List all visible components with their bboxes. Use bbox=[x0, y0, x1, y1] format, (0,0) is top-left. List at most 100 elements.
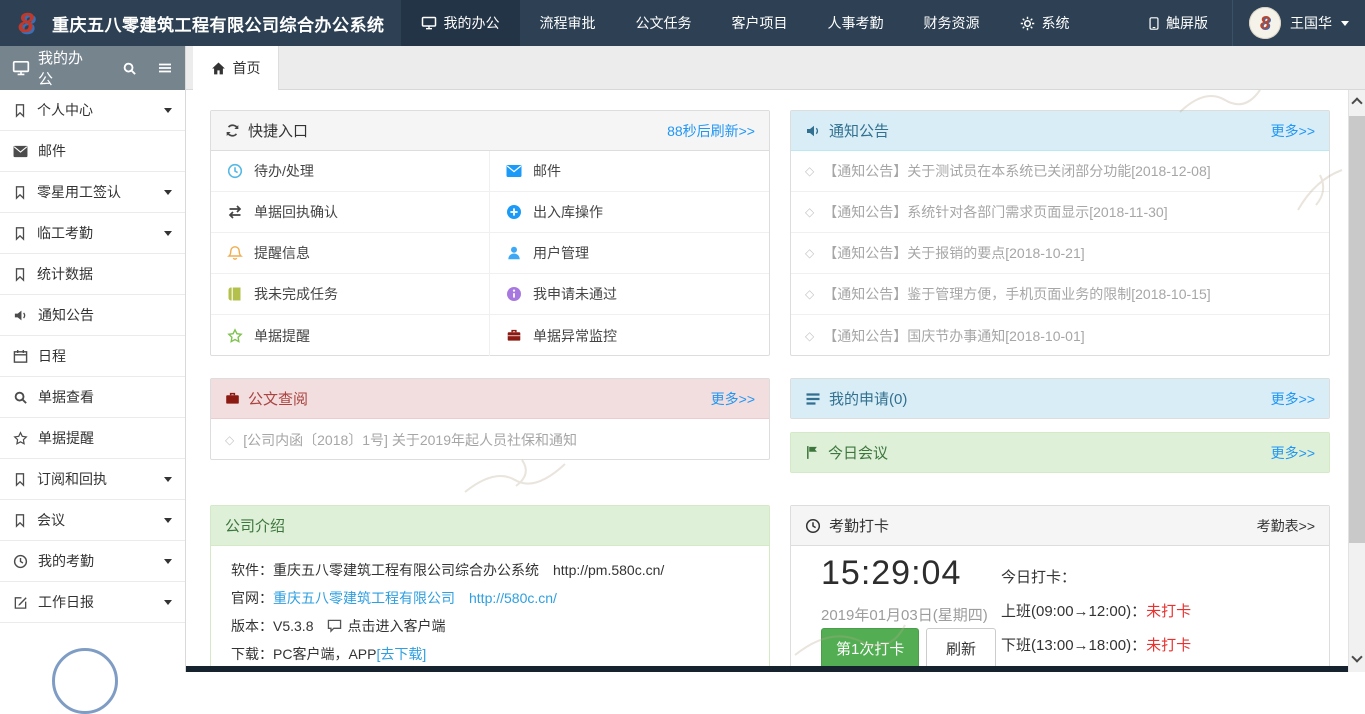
sidebar-item-my-attendance[interactable]: 我的考勤 bbox=[0, 541, 185, 582]
search-icon[interactable] bbox=[122, 61, 137, 76]
document-item[interactable]: ◇[公司内函〔2018〕1号] 关于2019年起人员社保和通知 bbox=[211, 419, 769, 460]
chevron-down-icon bbox=[164, 559, 172, 564]
sidebar-item-subscriptions[interactable]: 订阅和回执 bbox=[0, 459, 185, 500]
notice-item[interactable]: ◇ 【通知公告】关于报销的要点[2018-10-21] bbox=[791, 233, 1329, 274]
quick-entry-document-reminder[interactable]: 单据提醒 bbox=[211, 315, 490, 356]
field-label: 软件： bbox=[231, 560, 273, 580]
quick-entry-anomaly-monitor[interactable]: 单据异常监控 bbox=[490, 315, 769, 356]
hamburger-icon[interactable] bbox=[157, 60, 173, 76]
field-label: 官网： bbox=[231, 588, 273, 608]
chevron-down-icon bbox=[164, 600, 172, 605]
touch-version-label: 触屏版 bbox=[1166, 13, 1208, 33]
main-content: 快捷入口 88秒后刷新>> 待办/处理 邮件 单据回执确认 出入库操作 bbox=[186, 90, 1348, 672]
field-label: 版本： bbox=[231, 616, 273, 636]
menu-label: 客户项目 bbox=[732, 13, 788, 33]
quick-entry-user-management[interactable]: 用户管理 bbox=[490, 233, 769, 274]
chevron-down-icon bbox=[164, 190, 172, 195]
flag-icon bbox=[805, 445, 820, 460]
attendance-sheet-link[interactable]: 考勤表>> bbox=[1257, 516, 1315, 536]
client-entry-link[interactable]: 点击进入客户端 bbox=[347, 616, 445, 636]
diamond-icon: ◇ bbox=[805, 287, 814, 301]
scroll-down-arrow-icon[interactable] bbox=[1351, 651, 1362, 662]
menu-label: 公文任务 bbox=[636, 13, 692, 33]
quick-entry-label: 我申请未通过 bbox=[533, 284, 617, 304]
panel-title: 公文查阅 bbox=[248, 388, 308, 409]
menu-finance-resources[interactable]: 财务资源 bbox=[904, 0, 1000, 46]
sidebar-item-casual-labor-sign[interactable]: 零星用工签认 bbox=[0, 172, 185, 213]
panel-quick-entry: 快捷入口 88秒后刷新>> 待办/处理 邮件 单据回执确认 出入库操作 bbox=[210, 110, 770, 356]
top-navbar: 8 重庆五八零建筑工程有限公司综合办公系统 我的办公 流程审批 公文任务 客户项… bbox=[0, 0, 1365, 46]
quick-entry-todo[interactable]: 待办/处理 bbox=[211, 151, 490, 192]
star-icon bbox=[13, 431, 28, 446]
scroll-up-arrow-icon[interactable] bbox=[1351, 97, 1362, 108]
plus-circle-icon bbox=[506, 204, 522, 220]
sidebar-item-mail[interactable]: 邮件 bbox=[0, 131, 185, 172]
menu-process-approval[interactable]: 流程审批 bbox=[520, 0, 616, 46]
notices-more-link[interactable]: 更多>> bbox=[1271, 121, 1315, 141]
tab-home[interactable]: 首页 bbox=[193, 46, 279, 90]
version-value: V5.3.8 bbox=[273, 616, 313, 636]
vertical-scrollbar[interactable] bbox=[1348, 90, 1365, 672]
sidebar-header: 我的办公 bbox=[0, 46, 185, 90]
punch-button[interactable]: 第1次打卡 bbox=[821, 628, 919, 669]
phone-icon bbox=[1147, 16, 1161, 31]
menu-customer-projects[interactable]: 客户项目 bbox=[712, 0, 808, 46]
user-menu[interactable]: 8 王国华 bbox=[1232, 0, 1365, 46]
gear-icon bbox=[1020, 16, 1035, 31]
sidebar-item-personal-center[interactable]: 个人中心 bbox=[0, 90, 185, 131]
quick-entry-label: 用户管理 bbox=[533, 243, 589, 263]
diamond-icon: ◇ bbox=[805, 246, 814, 260]
notice-text: 【通知公告】关于报销的要点[2018-10-21] bbox=[823, 243, 1084, 263]
notice-item[interactable]: ◇【通知公告】系统针对各部门需求页面显示[2018-11-30] bbox=[791, 192, 1329, 233]
quick-entry-mail[interactable]: 邮件 bbox=[490, 151, 769, 192]
quick-entry-label: 单据异常监控 bbox=[533, 326, 617, 346]
panel-title: 通知公告 bbox=[829, 120, 889, 141]
panel-title: 考勤打卡 bbox=[829, 515, 889, 536]
menu-system[interactable]: 系统 bbox=[1000, 0, 1090, 46]
sidebar-item-schedule[interactable]: 日程 bbox=[0, 336, 185, 377]
notice-item[interactable]: ◇【通知公告】鉴于管理方便，手机页面业务的限制[2018-10-15] bbox=[791, 274, 1329, 315]
quick-entry-rejected-applications[interactable]: 我申请未通过 bbox=[490, 274, 769, 315]
quick-entry-unfinished-tasks[interactable]: 我未完成任务 bbox=[211, 274, 490, 315]
company-site-link[interactable]: 重庆五八零建筑工程有限公司 bbox=[273, 588, 455, 608]
sidebar-title: 我的办公 bbox=[38, 47, 94, 89]
bookmark-icon bbox=[13, 185, 27, 200]
bookmark-icon bbox=[13, 267, 27, 282]
panel-notices: 通知公告 更多>> ◇【通知公告】关于测试员在本系统已关闭部分功能[2018-1… bbox=[790, 110, 1330, 356]
speaker-icon bbox=[805, 123, 821, 139]
clock-icon bbox=[227, 163, 243, 179]
my-applications-more-link[interactable]: 更多>> bbox=[1271, 389, 1315, 409]
star-icon bbox=[227, 328, 243, 344]
quick-entry-refresh-link[interactable]: 88秒后刷新>> bbox=[667, 121, 755, 141]
refresh-button[interactable]: 刷新 bbox=[926, 628, 996, 669]
pencil-icon bbox=[13, 595, 28, 610]
touch-version-button[interactable]: 触屏版 bbox=[1147, 13, 1208, 33]
search-icon bbox=[13, 390, 28, 405]
scrollbar-thumb[interactable] bbox=[1349, 116, 1365, 543]
sidebar-item-notices[interactable]: 通知公告 bbox=[0, 295, 185, 336]
quick-entry-receipt-confirm[interactable]: 单据回执确认 bbox=[211, 192, 490, 233]
notice-item[interactable]: ◇【通知公告】关于测试员在本系统已关闭部分功能[2018-12-08] bbox=[791, 151, 1329, 192]
sidebar-item-statistics[interactable]: 统计数据 bbox=[0, 254, 185, 295]
comment-icon bbox=[327, 619, 342, 633]
menu-my-office[interactable]: 我的办公 bbox=[401, 0, 520, 46]
documents-more-link[interactable]: 更多>> bbox=[711, 389, 755, 409]
company-site-url-link[interactable]: http://580c.cn/ bbox=[469, 588, 557, 608]
today-meetings-more-link[interactable]: 更多>> bbox=[1271, 443, 1315, 463]
sidebar-item-document-reminder[interactable]: 单据提醒 bbox=[0, 418, 185, 459]
download-link[interactable]: [去下载] bbox=[376, 644, 426, 664]
sidebar-item-work-daily[interactable]: 工作日报 bbox=[0, 582, 185, 623]
menu-hr-attendance[interactable]: 人事考勤 bbox=[808, 0, 904, 46]
panel-my-applications-header: 我的申请(0) 更多>> bbox=[791, 379, 1329, 418]
sidebar-item-temp-attendance[interactable]: 临工考勤 bbox=[0, 213, 185, 254]
company-intro-body: 软件：重庆五八零建筑工程有限公司综合办公系统http://pm.580c.cn/… bbox=[211, 546, 769, 664]
quick-entry-warehouse-ops[interactable]: 出入库操作 bbox=[490, 192, 769, 233]
notice-text: 【通知公告】系统针对各部门需求页面显示[2018-11-30] bbox=[823, 202, 1167, 222]
sidebar-item-document-view[interactable]: 单据查看 bbox=[0, 377, 185, 418]
quick-entry-reminders[interactable]: 提醒信息 bbox=[211, 233, 490, 274]
avatar-glyph: 8 bbox=[1260, 13, 1270, 34]
sidebar-item-meetings[interactable]: 会议 bbox=[0, 500, 185, 541]
notice-item[interactable]: ◇【通知公告】国庆节办事通知[2018-10-01] bbox=[791, 315, 1329, 356]
sidebar-item-label: 统计数据 bbox=[37, 264, 93, 284]
menu-document-tasks[interactable]: 公文任务 bbox=[616, 0, 712, 46]
